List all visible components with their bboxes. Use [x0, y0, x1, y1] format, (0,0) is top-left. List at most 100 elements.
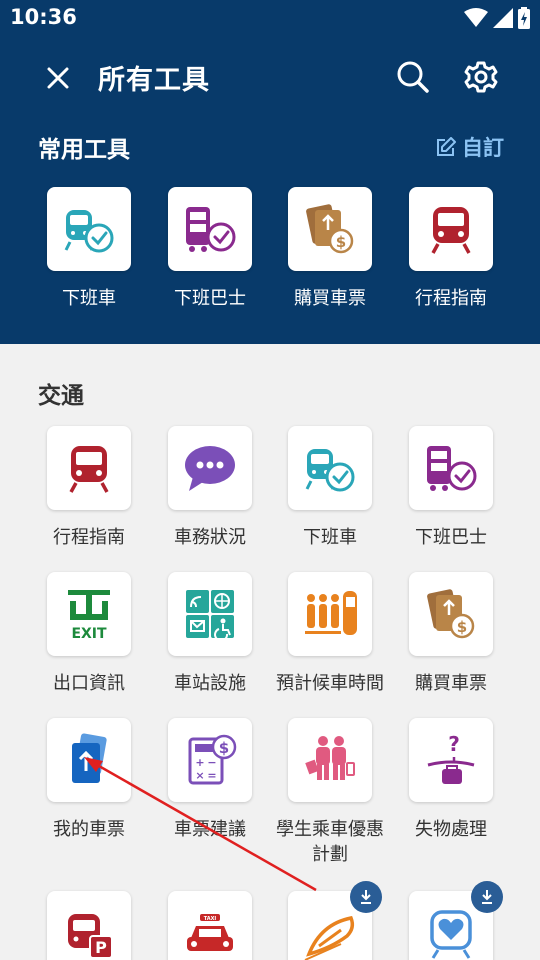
header-panel: 10:36 所有工具 常用工具 自訂 下班車 下班巴士 $ 購買車票 行程指南 [0, 0, 540, 344]
tile-student-concession[interactable]: 學生乘車優惠計劃 [270, 718, 390, 867]
tile-label: 車票建議 [174, 819, 246, 840]
taxi-icon: TAXI [187, 914, 233, 951]
tile-box [168, 187, 252, 271]
tile-label: 失物處理 [415, 819, 487, 840]
tile-label: 車站設施 [174, 673, 246, 694]
train-clock-icon [64, 210, 114, 253]
tile-box [168, 426, 252, 510]
tile-my-ticket[interactable]: 我的車票 [29, 718, 149, 842]
download-badge[interactable] [350, 881, 382, 913]
student-concession-icon [305, 736, 355, 780]
tile-next-train[interactable]: 下班車 [270, 426, 390, 550]
tile-buy-ticket[interactable]: $ 購買車票 [391, 572, 511, 696]
svg-text:$: $ [457, 618, 467, 636]
tile-box [47, 426, 131, 510]
fav-tile-next-bus[interactable]: 下班巴士 [150, 187, 270, 311]
tile-box [288, 718, 372, 802]
ticket-purchase-icon: $ [427, 589, 475, 639]
search-button[interactable] [392, 56, 434, 98]
ticket-purchase-icon: $ [306, 204, 354, 254]
app-bar: 所有工具 [0, 36, 540, 120]
tile-box [409, 426, 493, 510]
search-icon [397, 61, 429, 93]
wifi-icon [464, 8, 488, 27]
settings-button[interactable] [460, 56, 502, 98]
tile-box [47, 718, 131, 802]
tile-heart-train[interactable] [391, 881, 511, 960]
bus-clock-icon [427, 446, 477, 491]
speech-bubble-icon [185, 446, 235, 491]
tile-label: 下班巴士 [174, 288, 246, 309]
high-speed-rail-icon [304, 915, 355, 960]
train-front-icon [431, 207, 471, 254]
tile-label: 我的車票 [53, 819, 125, 840]
tile-box: ? [409, 718, 493, 802]
park-and-ride-icon: P [68, 914, 113, 959]
svg-text:TAXI: TAXI [204, 916, 217, 922]
train-clock-icon [305, 449, 355, 492]
status-icons [464, 7, 530, 29]
svg-text:=: = [207, 769, 216, 782]
tile-fare-suggestion[interactable]: + − × = $ 車票建議 [150, 718, 270, 842]
tile-box [168, 572, 252, 656]
battery-icon [518, 7, 530, 29]
tile-trip-planner[interactable]: 行程指南 [29, 426, 149, 550]
tile-exit-info[interactable]: EXIT 出口資訊 [29, 572, 149, 696]
tile-lost-property[interactable]: ? 失物處理 [391, 718, 511, 842]
tile-taxi[interactable]: TAXI [150, 891, 270, 960]
waiting-people-icon [305, 591, 357, 635]
fav-tile-buy-ticket[interactable]: $ 購買車票 [270, 187, 390, 311]
tile-box [409, 881, 503, 960]
favorites-title: 常用工具 [38, 137, 130, 163]
close-button[interactable] [38, 58, 78, 98]
tile-station-facilities[interactable]: 車站設施 [150, 572, 270, 696]
tile-box [288, 426, 372, 510]
tile-box [47, 187, 131, 271]
tile-label: 購買車票 [415, 673, 487, 694]
svg-text:$: $ [219, 739, 229, 757]
svg-text:$: $ [336, 233, 346, 251]
bus-clock-icon [186, 207, 236, 252]
tile-label: 行程指南 [415, 288, 487, 309]
section-title-transport: 交通 [38, 383, 84, 409]
tile-label: 預計候車時間 [276, 673, 384, 694]
svg-text:×: × [195, 769, 204, 782]
my-ticket-icon [72, 733, 107, 783]
fare-calculator-icon: + − × = $ [188, 734, 237, 785]
tile-box: P [47, 891, 131, 960]
signal-icon [493, 8, 513, 28]
customize-button[interactable]: 自訂 [436, 132, 504, 162]
tile-high-speed-rail[interactable] [270, 881, 390, 960]
status-bar: 10:36 [0, 0, 540, 36]
download-icon [361, 890, 371, 904]
tile-service-status[interactable]: 車務狀況 [150, 426, 270, 550]
tile-next-bus[interactable]: 下班巴士 [391, 426, 511, 550]
tile-label: 出口資訊 [53, 673, 125, 694]
download-badge[interactable] [471, 881, 503, 913]
fav-tile-trip-planner[interactable]: 行程指南 [391, 187, 511, 311]
close-icon [47, 67, 69, 89]
customize-label: 自訂 [462, 136, 504, 160]
tile-box: + − × = $ [168, 718, 252, 802]
exit-sign-icon: EXIT [68, 590, 110, 642]
tile-label: 下班車 [303, 527, 357, 548]
tile-park-and-ride[interactable]: P [29, 891, 149, 960]
tile-label: 學生乘車優惠計劃 [276, 819, 384, 865]
svg-text:−: − [207, 756, 216, 769]
tile-estimated-waiting[interactable]: 預計候車時間 [270, 572, 390, 696]
svg-text:?: ? [448, 732, 460, 756]
tile-box: EXIT [47, 572, 131, 656]
heart-train-icon [430, 910, 472, 959]
lost-property-icon: ? [427, 732, 475, 784]
fav-tile-next-train[interactable]: 下班車 [29, 187, 149, 311]
svg-text:P: P [95, 938, 107, 957]
gear-icon [464, 61, 498, 93]
tile-box [409, 187, 493, 271]
tile-label: 行程指南 [53, 527, 125, 548]
status-time: 10:36 [10, 5, 77, 29]
facilities-icon [186, 590, 234, 642]
page-title: 所有工具 [98, 65, 210, 96]
svg-text:+: + [195, 756, 204, 769]
download-icon [482, 890, 492, 904]
tile-label: 下班車 [62, 288, 116, 309]
